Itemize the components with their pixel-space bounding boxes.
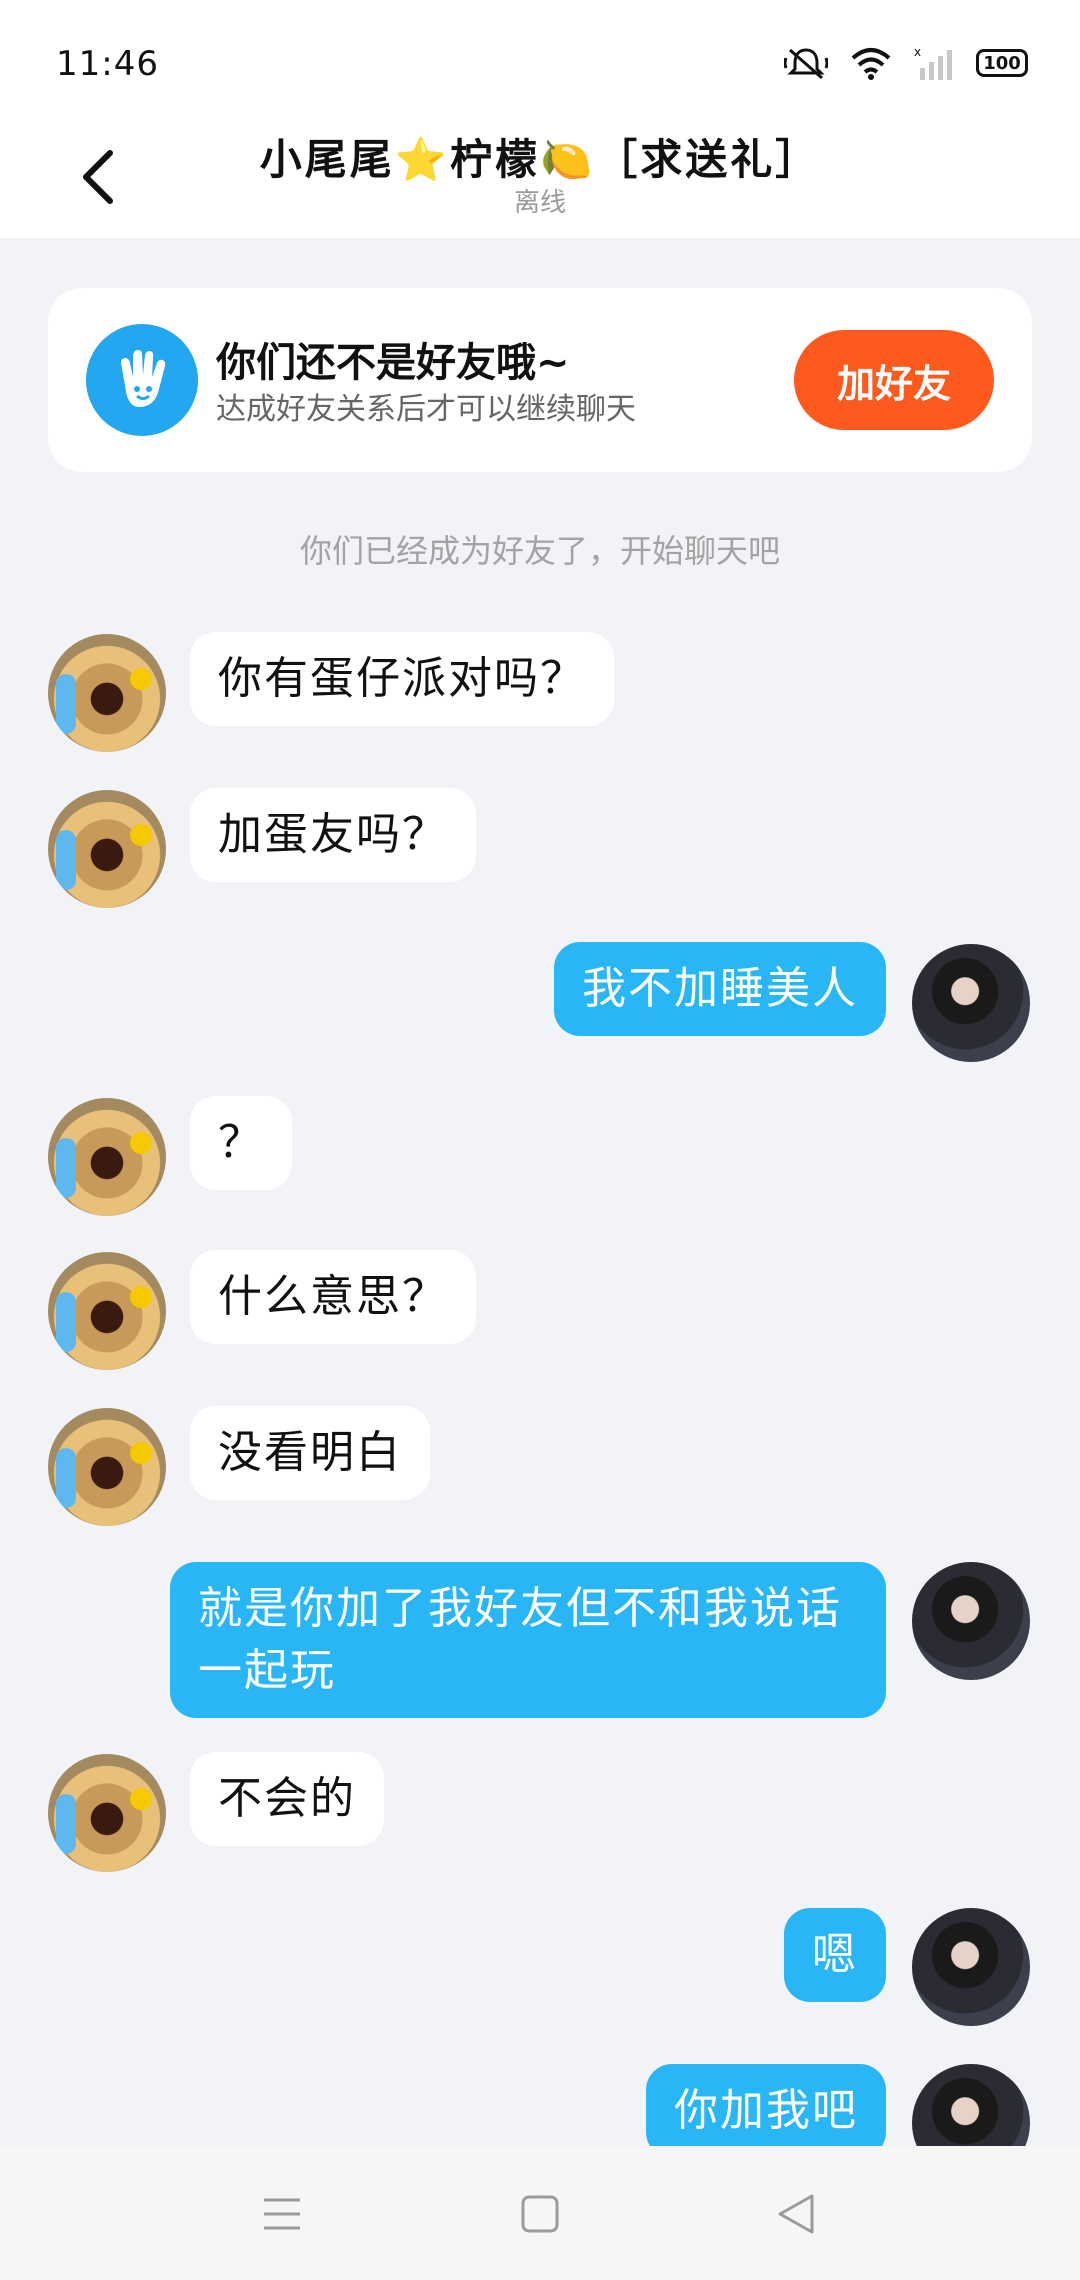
- nav-back-button[interactable]: [766, 2184, 826, 2244]
- battery-level: 100: [983, 52, 1021, 74]
- status-bar: 11:46 x 100: [0, 0, 1080, 120]
- add-friend-button[interactable]: 加好友: [794, 330, 994, 430]
- my-avatar[interactable]: [912, 1562, 1030, 1680]
- home-button[interactable]: [510, 2184, 570, 2244]
- not-friends-banner: 你们还不是好友哦~ 达成好友关系后才可以继续聊天 加好友: [48, 288, 1032, 472]
- contact-avatar[interactable]: [48, 1408, 166, 1526]
- message-bubble-incoming[interactable]: 没看明白: [190, 1406, 430, 1500]
- online-status: 离线: [513, 188, 566, 218]
- contact-avatar[interactable]: [48, 790, 166, 908]
- message-bubble-incoming[interactable]: 不会的: [190, 1752, 384, 1846]
- menu-icon: [264, 2198, 300, 2230]
- contact-avatar[interactable]: [48, 1252, 166, 1370]
- message-bubble-outgoing[interactable]: 你加我吧: [646, 2064, 886, 2158]
- system-nav-bar: [0, 2146, 1080, 2280]
- message-bubble-incoming[interactable]: 加蛋友吗？: [190, 788, 476, 882]
- banner-title: 你们还不是好友哦~: [216, 340, 570, 386]
- message-bubble-outgoing[interactable]: 我不加睡美人: [554, 942, 886, 1036]
- mute-bell-icon: [784, 48, 828, 80]
- menu-button[interactable]: [252, 2184, 312, 2244]
- status-time: 11:46: [56, 44, 159, 84]
- contact-avatar[interactable]: [48, 1098, 166, 1216]
- hand-icon: [86, 324, 198, 436]
- message-bubble-incoming[interactable]: ？: [190, 1096, 292, 1190]
- svg-text:x: x: [914, 46, 921, 59]
- wifi-icon: [851, 48, 891, 80]
- system-message: 你们已经成为好友了，开始聊天吧: [299, 532, 780, 570]
- banner-subtitle: 达成好友关系后才可以继续聊天: [216, 392, 636, 427]
- chat-title[interactable]: 小尾尾⭐柠檬🍋［求送礼］: [0, 126, 1080, 187]
- signal-icon: x: [914, 46, 952, 80]
- my-avatar[interactable]: [912, 944, 1030, 1062]
- contact-avatar[interactable]: [48, 1754, 166, 1872]
- triangle-back-icon: [778, 2194, 814, 2234]
- status-icons: x 100: [784, 46, 1028, 80]
- message-bubble-outgoing[interactable]: 就是你加了我好友但不和我说话一起玩: [170, 1562, 886, 1718]
- chat-header: 小尾尾⭐柠檬🍋［求送礼］ 离线: [0, 120, 1080, 238]
- my-avatar[interactable]: [912, 1908, 1030, 2026]
- message-bubble-outgoing[interactable]: 嗯: [784, 1908, 886, 2002]
- message-bubble-incoming[interactable]: 什么意思？: [190, 1250, 476, 1344]
- contact-avatar[interactable]: [48, 634, 166, 752]
- square-home-icon: [521, 2195, 559, 2233]
- battery-icon: 100: [976, 49, 1028, 77]
- message-bubble-incoming[interactable]: 你有蛋仔派对吗？: [190, 632, 614, 726]
